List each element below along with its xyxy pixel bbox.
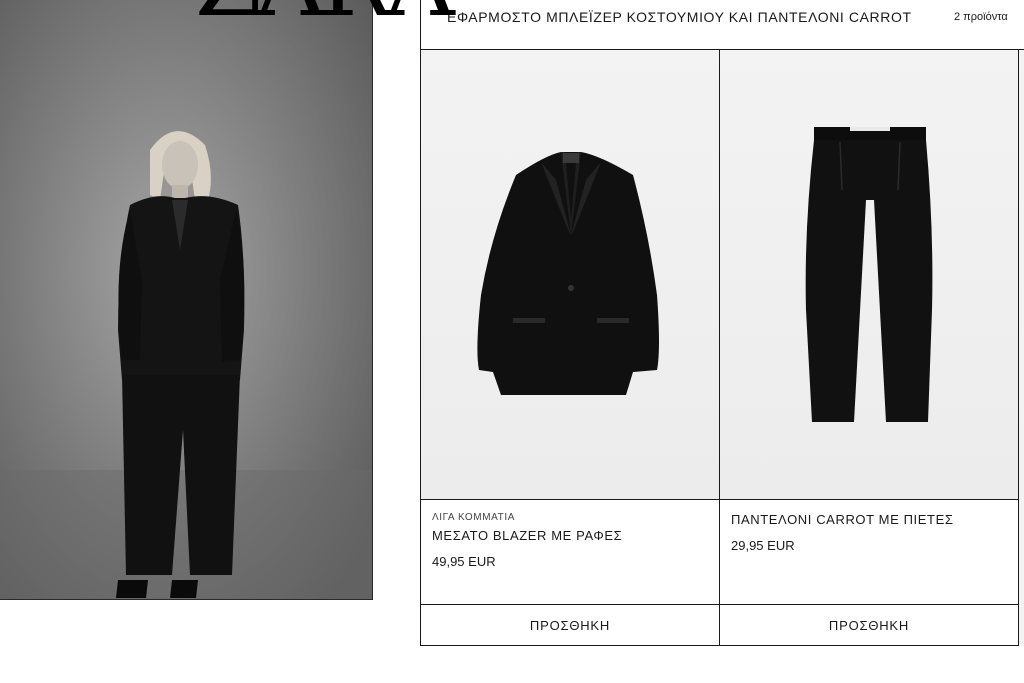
look-product-count: 2 προϊόντα <box>954 11 1008 23</box>
product-image-trousers[interactable] <box>720 50 1018 500</box>
next-product-card-edge[interactable] <box>1019 50 1024 646</box>
product-name[interactable]: ΠΑΝΤΕΛΟΝΙ CARROT ΜΕ ΠΙΕΤΕΣ <box>731 512 954 527</box>
brand-logo[interactable]: ZARA <box>195 0 455 30</box>
add-to-cart-button[interactable]: ΠΡΟΣΘΗΚΗ <box>720 604 1018 645</box>
blazer-illustration <box>477 152 659 395</box>
add-to-cart-button[interactable]: ΠΡΟΣΘΗΚΗ <box>421 604 719 645</box>
product-image-blazer[interactable] <box>421 50 719 500</box>
product-card-trousers[interactable]: ΠΑΝΤΕΛΟΝΙ CARROT ΜΕ ΠΙΕΤΕΣ 29,95 EUR ΠΡΟ… <box>719 50 1019 646</box>
product-info-blazer: ΛΙΓΑ ΚΟΜΜΑΤΙΑ ΜΕΣΑΤΟ BLAZER ΜΕ ΡΑΦΕΣ 49,… <box>421 500 719 604</box>
product-price: 29,95 EUR <box>731 538 795 553</box>
hero-model-photo <box>0 0 373 600</box>
trousers-illustration <box>805 127 933 422</box>
product-price: 49,95 EUR <box>432 554 496 569</box>
look-header: ΕΦΑΡΜΟΣΤΟ ΜΠΛΕΪΖΕΡ ΚΟΣΤΟΥΜΙΟΥ ΚΑΙ ΠΑΝΤΕΛ… <box>420 0 1024 50</box>
look-title: ΕΦΑΡΜΟΣΤΟ ΜΠΛΕΪΖΕΡ ΚΟΣΤΟΥΜΙΟΥ ΚΑΙ ΠΑΝΤΕΛ… <box>447 9 912 25</box>
product-card-blazer[interactable]: ΛΙΓΑ ΚΟΜΜΑΤΙΑ ΜΕΣΑΤΟ BLAZER ΜΕ ΡΑΦΕΣ 49,… <box>420 50 719 646</box>
product-info-trousers: ΠΑΝΤΕΛΟΝΙ CARROT ΜΕ ΠΙΕΤΕΣ 29,95 EUR <box>720 500 1018 604</box>
model-illustration <box>0 0 372 599</box>
product-tag: ΛΙΓΑ ΚΟΜΜΑΤΙΑ <box>432 512 516 523</box>
product-name[interactable]: ΜΕΣΑΤΟ BLAZER ΜΕ ΡΑΦΕΣ <box>432 528 622 543</box>
